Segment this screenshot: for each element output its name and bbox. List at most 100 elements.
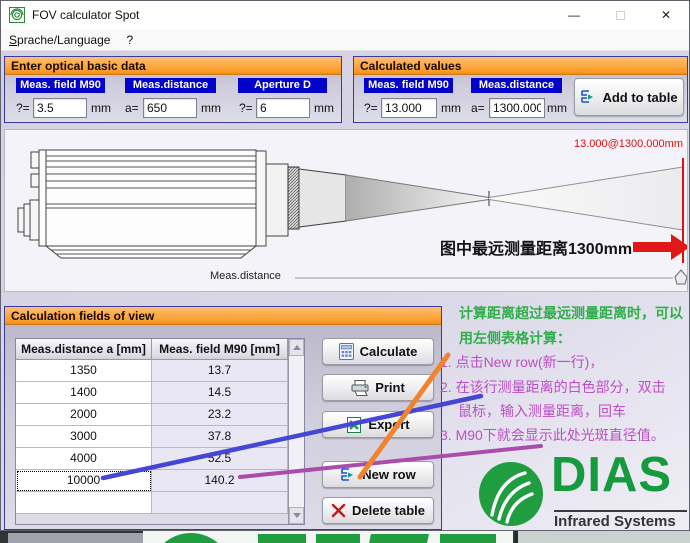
background-logo-letter	[440, 534, 496, 543]
output-calc-meas-field-m90[interactable]	[381, 98, 437, 118]
label-calc-meas-field-m90: Meas. field M90	[364, 78, 453, 93]
column-header-distance: Meas.distance a [mm]	[16, 339, 152, 360]
menu-help[interactable]: ?	[118, 30, 141, 50]
menubar: Sprache/Language ?	[1, 29, 689, 51]
background-window-right	[515, 531, 690, 543]
close-icon: ✕	[661, 8, 671, 22]
minimize-button[interactable]: —	[551, 1, 597, 29]
cell-distance[interactable]: 4000	[16, 448, 152, 470]
panel-calculated-values: Calculated values Meas. field M90 Meas.d…	[353, 56, 688, 123]
input-meas-distance[interactable]	[143, 98, 197, 118]
calculate-label: Calculate	[360, 344, 418, 359]
dias-logo-brand: DIAS	[551, 449, 672, 503]
menu-language[interactable]: Sprache/Language	[1, 30, 118, 50]
table-row: 3000 37.8	[16, 426, 304, 448]
label-meas-field-m90: Meas. field M90	[16, 78, 105, 93]
calculate-button[interactable]: Calculate	[322, 338, 434, 365]
scroll-down-button[interactable]	[289, 507, 304, 524]
delete-table-button[interactable]: Delete table	[322, 497, 434, 524]
window-title: FOV calculator Spot	[32, 8, 139, 22]
cell-distance[interactable]: 1400	[16, 382, 152, 404]
printer-icon	[351, 380, 369, 396]
annotation-intro-2: 用左侧表格计算：	[459, 328, 571, 348]
cell-m90: 14.5	[152, 382, 288, 404]
annotation-step-3: 3. M90下就会显示此处光斑直径值。	[440, 425, 665, 445]
table-row: 1400 14.5	[16, 382, 304, 404]
maximize-icon	[616, 11, 625, 20]
panel-basic-title: Enter optical basic data	[5, 57, 341, 75]
label-aperture-d: Aperture D	[238, 78, 327, 93]
cell-m90: 23.2	[152, 404, 288, 426]
cell-distance[interactable]: 1350	[16, 360, 152, 382]
input-meas-field-m90[interactable]	[33, 98, 87, 118]
scroll-up-button[interactable]	[289, 339, 304, 356]
dias-logo-icon	[477, 460, 545, 528]
input-aperture-d[interactable]	[256, 98, 310, 118]
panel-basic-data: Enter optical basic data Meas. field M90…	[4, 56, 342, 123]
fov-calculator-window: FOV calculator Spot — ✕ Sprache/Language…	[0, 0, 690, 531]
cell-distance[interactable]: 3000	[16, 426, 152, 448]
annotation-step-1: 1. 点击New row(新一行)，	[440, 352, 603, 372]
cell-distance[interactable]: 2000	[16, 404, 152, 426]
table-row: 2000 23.2	[16, 404, 304, 426]
export-label: Export	[368, 417, 409, 432]
scroll-down-icon	[293, 513, 301, 518]
delete-table-label: Delete table	[352, 503, 425, 518]
dias-logo-subtitle: Infrared Systems	[554, 513, 676, 530]
fov-diagram-drawing	[5, 130, 687, 291]
unit-distance: mm	[201, 98, 221, 118]
new-row-icon	[340, 467, 356, 483]
titlebar: FOV calculator Spot — ✕	[1, 1, 689, 29]
prefix-aperture: ?=	[239, 98, 253, 118]
fov-diagram: 13.000@1300.000mm 图中最远测量距离1300mm Meas.di…	[4, 129, 688, 292]
table-row: 1350 13.7	[16, 360, 304, 382]
export-button[interactable]: Export	[322, 411, 434, 438]
column-header-m90: Meas. field M90 [mm]	[152, 339, 288, 360]
new-row-label: New row	[362, 467, 415, 482]
prefix-distance: a=	[125, 98, 139, 118]
prefix-calc-m90: ?=	[364, 98, 378, 118]
background-logo-letter	[258, 534, 306, 543]
add-to-table-button[interactable]: Add to table	[574, 78, 684, 116]
screen: FOV calculator Spot — ✕ Sprache/Language…	[0, 0, 690, 543]
app-icon	[9, 7, 25, 23]
cell-m90-empty	[152, 492, 288, 514]
background-window-bar	[8, 533, 143, 543]
panel-calculation-fields: Calculation fields of view Meas.distance…	[4, 306, 442, 530]
annotation-intro-1: 计算距离超过最远测量距离时，可以	[459, 303, 683, 323]
unit-calc-m90: mm	[441, 98, 461, 118]
scroll-up-icon	[293, 345, 301, 350]
cell-distance-empty[interactable]	[16, 492, 152, 514]
fov-table: Meas.distance a [mm] Meas. field M90 [mm…	[15, 338, 305, 525]
cell-m90: 37.8	[152, 426, 288, 448]
print-label: Print	[375, 380, 405, 395]
cell-distance-focused[interactable]: 10000	[16, 470, 152, 492]
cell-m90: 52.5	[152, 448, 288, 470]
output-calc-meas-distance[interactable]	[489, 98, 545, 118]
background-logo-letter	[369, 534, 429, 543]
close-button[interactable]: ✕	[643, 1, 689, 29]
background-window-sliver[interactable]	[0, 531, 690, 543]
label-calc-meas-distance: Meas.distance	[471, 78, 562, 93]
print-button[interactable]: Print	[322, 374, 434, 401]
cell-m90: 140.2	[152, 470, 288, 492]
dias-logo: DIAS Infrared Systems	[477, 460, 689, 530]
minimize-icon: —	[568, 8, 580, 22]
panel-fields-title: Calculation fields of view	[5, 307, 441, 325]
table-scrollbar[interactable]	[288, 339, 304, 524]
table-row-selected: 10000 140.2	[16, 470, 304, 492]
table-row-empty	[16, 492, 304, 514]
panel-calculated-title: Calculated values	[354, 57, 687, 75]
cell-m90: 13.7	[152, 360, 288, 382]
add-to-table-label: Add to table	[602, 90, 677, 105]
unit-aperture: mm	[314, 98, 334, 118]
prefix-m90: ?=	[16, 98, 30, 118]
meas-distance-label: Meas.distance	[210, 270, 281, 282]
add-to-table-icon	[580, 89, 596, 105]
dias-logo-rule	[554, 510, 687, 512]
annotation-step-2b: 鼠标，输入测量距离，回车	[458, 401, 626, 421]
unit-calc-distance: mm	[547, 98, 567, 118]
new-row-button[interactable]: New row	[322, 461, 434, 488]
red-arrow-icon	[633, 234, 687, 260]
unit-m90: mm	[91, 98, 111, 118]
